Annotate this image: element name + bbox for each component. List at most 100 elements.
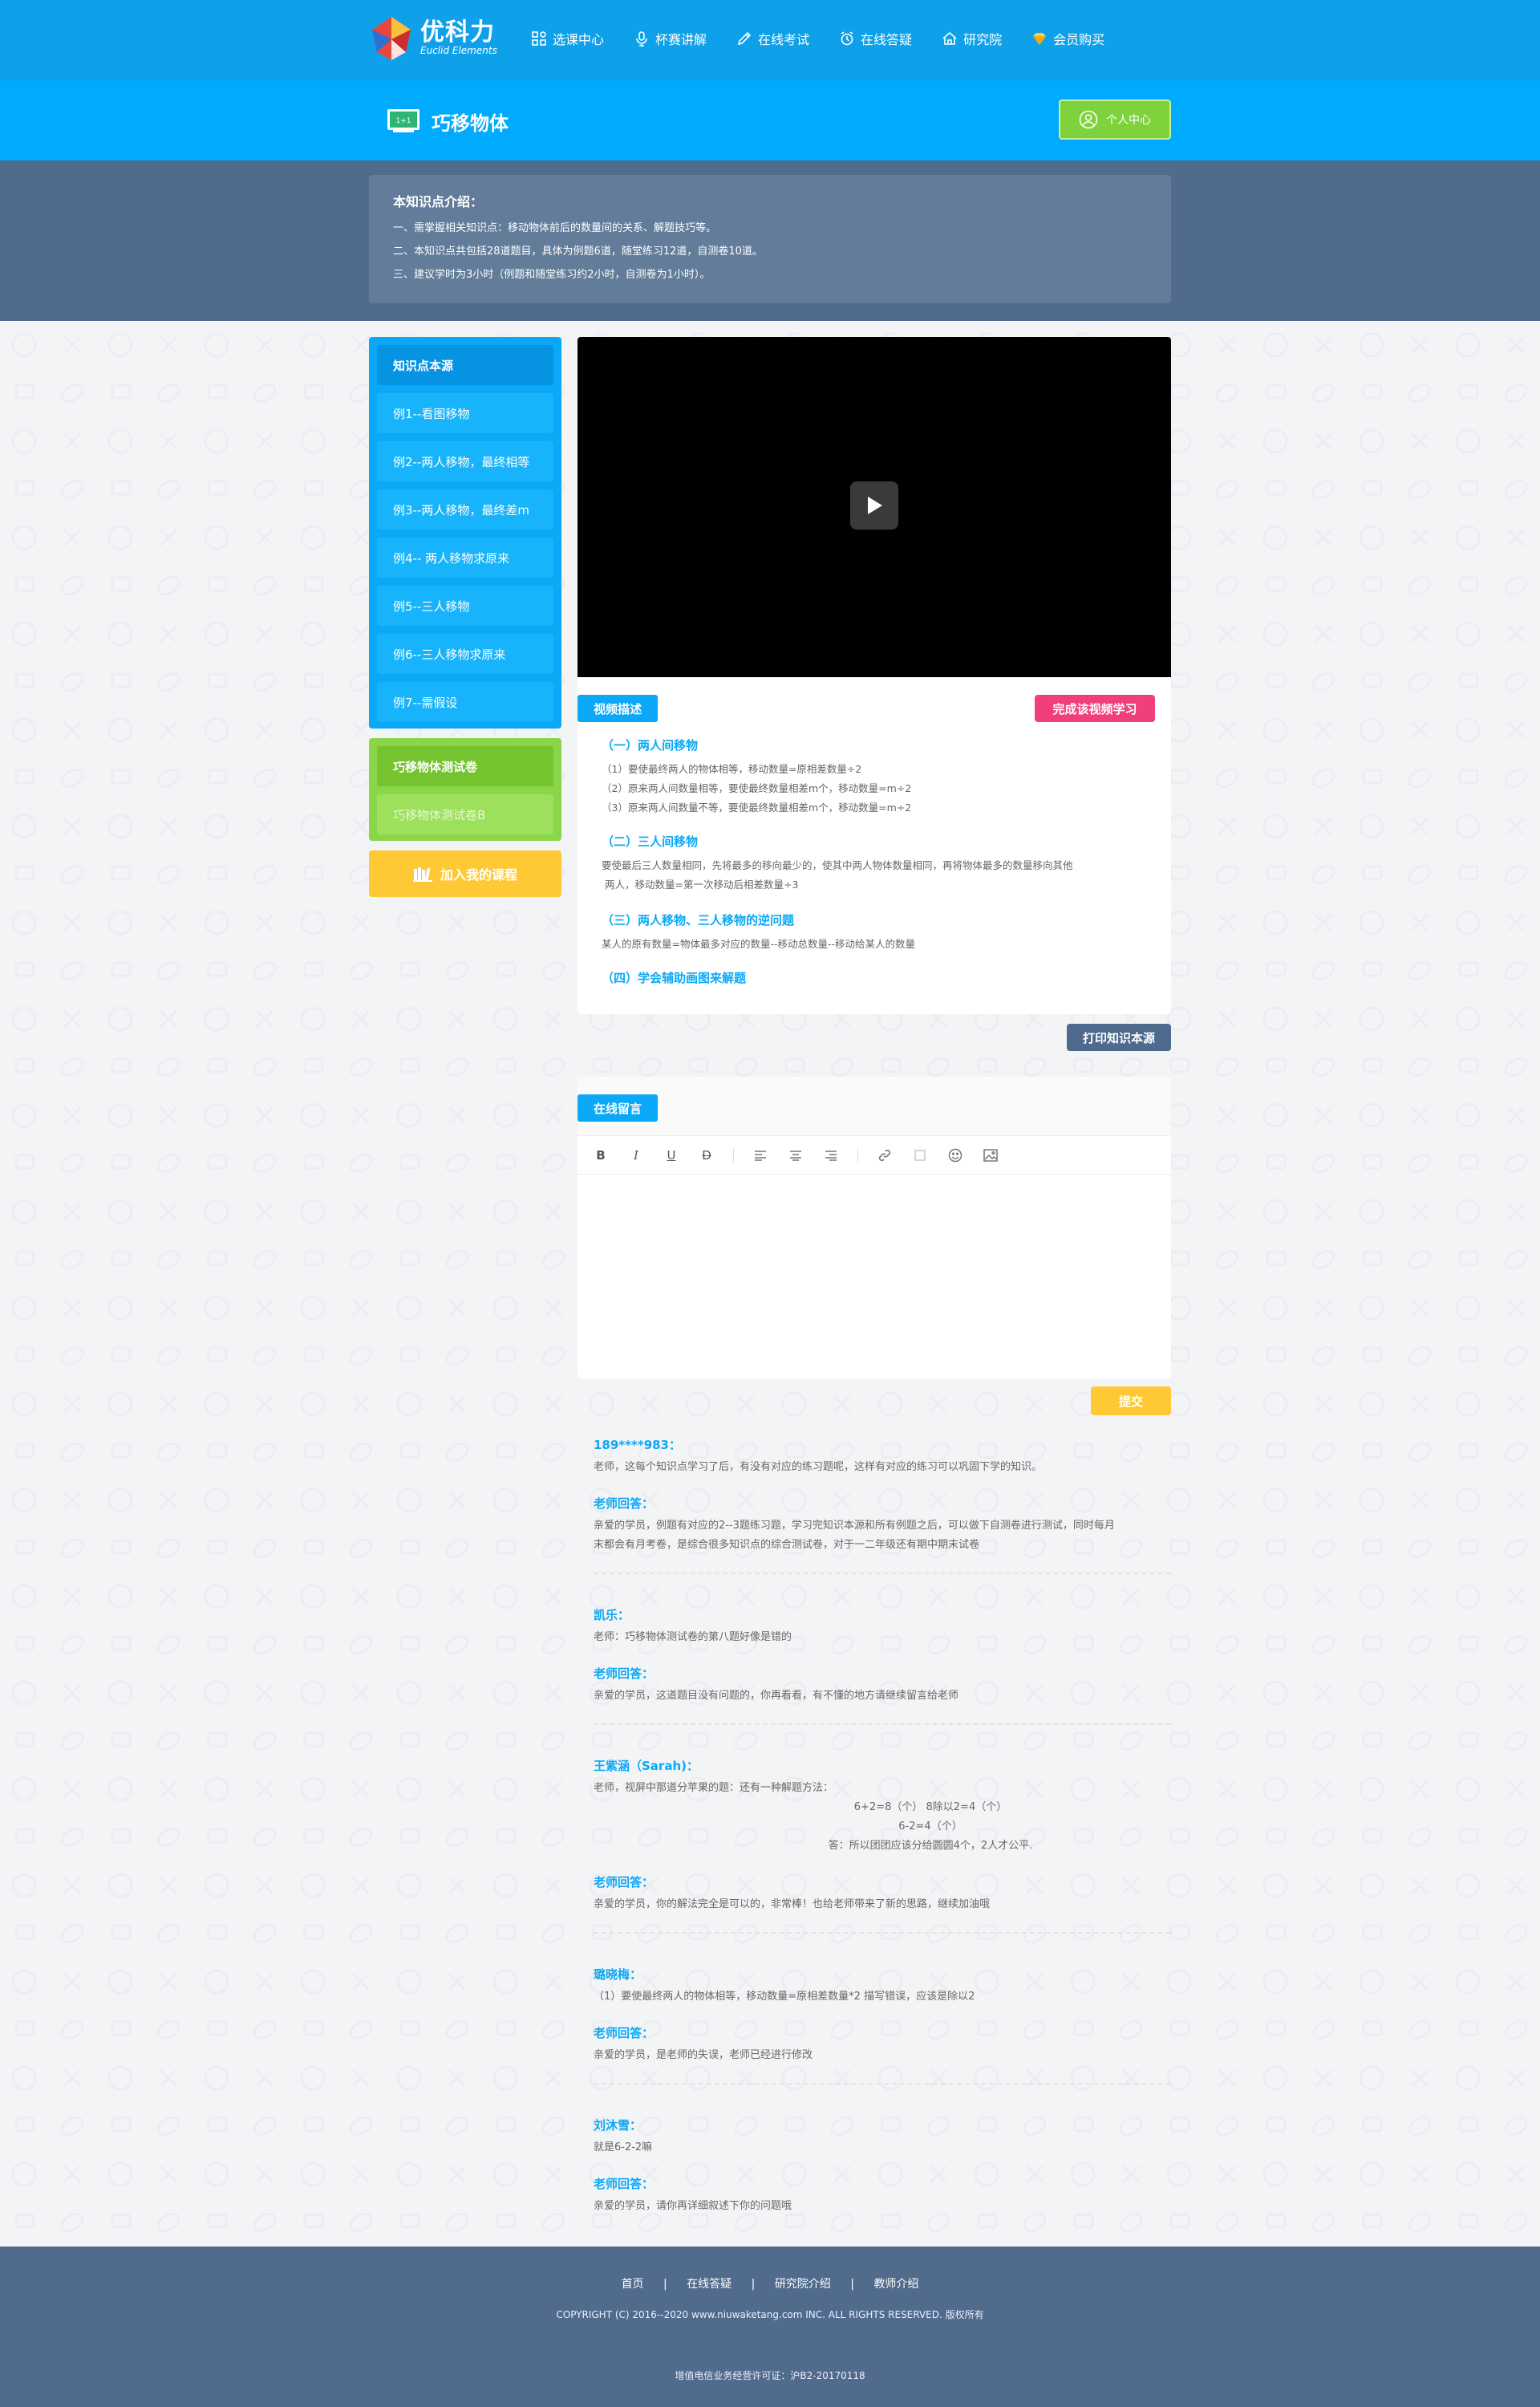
footer-link-teachers[interactable]: 教师介绍: [873, 2278, 918, 2291]
logo-name: 优科力: [420, 18, 495, 47]
footer-link-online-qa[interactable]: 在线答疑: [687, 2278, 732, 2291]
top-navigation-bar: 优科力 Euclid Elements 选课中心 杯赛讲解 在线考试 在线答疑 …: [0, 0, 1540, 80]
align-center-icon[interactable]: [787, 1147, 804, 1164]
footer-separator: |: [663, 2278, 667, 2291]
lesson-sidebar: 知识点本源 例1--看图移物 例2--两人移物，最终相等 例3--两人移物，最终…: [369, 337, 561, 729]
teacher-answer: 亲爱的学员，你的解法完全是可以的，非常棒！也给老师带来了新的思路，继续加油哦: [594, 1898, 991, 1910]
sidebar-item-example-7[interactable]: 例7--需假设: [377, 682, 553, 722]
section-title: （一）两人间移物: [602, 738, 699, 753]
footer-link-home[interactable]: 首页: [622, 2278, 644, 2291]
emoji-icon[interactable]: [946, 1147, 964, 1164]
nav-online-exam[interactable]: 在线考试: [736, 29, 809, 48]
nav-contest[interactable]: 杯赛讲解: [634, 29, 707, 48]
section-line: （3）原来两人间数量不等，要使最终数量相差m个，移动数量=m÷2: [602, 802, 912, 814]
description-section: （四）学会辅助画图来解题: [602, 969, 1147, 992]
commenter-name: 刘沐雪：: [594, 2118, 642, 2133]
section-line: （2）原来两人间数量相等，要使最终数量相差m个，移动数量=m÷2: [602, 782, 912, 794]
nav-course-center[interactable]: 选课中心: [531, 29, 604, 48]
diamond-icon: [1033, 33, 1047, 45]
video-description-panel: 视频描述 完成该视频学习 （一）两人间移物 （1）要使最终两人的物体相等，移动数…: [578, 677, 1171, 1014]
copyright-text: COPYRIGHT (C) 2016--2020 www.niuwaketang…: [556, 2309, 984, 2320]
footer-separator: |: [751, 2278, 756, 2291]
comment-text: 6+2=8（个） 8除以2=4（个）: [853, 1801, 1007, 1813]
site-logo[interactable]: 优科力 Euclid Elements: [369, 14, 497, 63]
page-title-bar: 1+1 巧移物体: [0, 80, 1540, 160]
commenter-name: 189****983：: [594, 1438, 681, 1452]
description-section: （一）两人间移物 （1）要使最终两人的物体相等，移动数量=原相差数量÷2 （2）…: [602, 737, 1147, 818]
teacher-answer: 亲爱的学员，这道题目没有问题的，你再看看，有不懂的地方请继续留言给老师: [594, 1690, 959, 1702]
teacher-answer: 亲爱的学员，请你再详细叙述下你的问题哦: [594, 2200, 792, 2212]
play-button[interactable]: [850, 481, 898, 530]
underline-icon[interactable]: U: [663, 1147, 680, 1164]
sidebar-item-example-3[interactable]: 例3--两人移物，最终差m: [377, 489, 553, 530]
teacher-answer-label: 老师回答：: [594, 1875, 654, 1889]
footer-link-research-intro[interactable]: 研究院介绍: [775, 2278, 831, 2291]
comment-text: 6-2=4（个）: [898, 1820, 962, 1833]
sidebar-item-example-6[interactable]: 例6--三人移物求原来: [377, 634, 553, 674]
comment-item: 王紫涵（Sarah)： 老师，视屏中那道分苹果的题：还有一种解题方法： 6+2=…: [594, 1757, 1171, 1934]
commenter-name: 王紫涵（Sarah)：: [594, 1759, 699, 1773]
sidebar-item-test-a[interactable]: 巧移物体测试卷: [377, 746, 553, 786]
comment-item: 凯乐： 老师：巧移物体测试卷的第八题好像是错的 老师回答： 亲爱的学员，这道题目…: [594, 1606, 1171, 1725]
tab-video-description[interactable]: 视频描述: [578, 695, 659, 722]
sidebar-item-example-2[interactable]: 例2--两人移物，最终相等: [377, 441, 553, 481]
section-line: 要使最后三人数量相同，先将最多的移向最少的，使其中两人物体数量相同，再将物体最多…: [602, 859, 1073, 871]
nav-online-qa[interactable]: 在线答疑: [839, 29, 912, 48]
video-player[interactable]: [578, 337, 1171, 677]
intro-heading: 本知识点介绍：: [393, 194, 484, 209]
books-icon: [412, 867, 432, 882]
commenter-name: 璐晓梅：: [594, 1967, 642, 1982]
checkbox-icon[interactable]: [911, 1147, 929, 1164]
sidebar-item-example-1[interactable]: 例1--看图移物: [377, 393, 553, 433]
submit-button[interactable]: 提交: [1091, 1386, 1171, 1415]
italic-icon[interactable]: I: [627, 1147, 645, 1164]
print-knowledge-button[interactable]: 打印知识本源: [1067, 1024, 1171, 1051]
strikethrough-icon[interactable]: D: [698, 1147, 715, 1164]
comment-text: 老师，视屏中那道分苹果的题：还有一种解题方法：: [594, 1782, 834, 1794]
section-line: 两人，移动数量=第一次移动后相差数量÷3: [605, 879, 799, 891]
comment-text: （1）要使最终两人的物体相等，移动数量=原相差数量*2 描写错误，应该是除以2: [594, 1991, 975, 2003]
intro-line: 二、本知识点共包括28道题目，具体为例题6道，随堂练习12道，自测卷10道。: [393, 246, 763, 258]
site-footer: 首页 | 在线答疑 | 研究院介绍 | 教师介绍 COPYRIGHT (C) 2…: [0, 2247, 1540, 2407]
teacher-answer-label: 老师回答：: [594, 1496, 654, 1511]
teacher-answer: 亲爱的学员，例题有对应的2--3题练习题，学习完知识本源和所有例题之后，可以做下…: [594, 1520, 1115, 1532]
tab-online-message[interactable]: 在线留言: [578, 1094, 659, 1122]
user-icon: [1079, 110, 1098, 129]
add-course-button[interactable]: 加入我的课程: [369, 850, 561, 897]
sidebar-item-test-b[interactable]: 巧移物体测试卷B: [377, 794, 553, 834]
image-icon[interactable]: [982, 1147, 999, 1164]
comment-item: 189****983： 老师，这每个知识点学习了后，有没有对应的练习题呢，这样有…: [594, 1436, 1171, 1574]
align-right-icon[interactable]: [822, 1147, 840, 1164]
align-left-icon[interactable]: [752, 1147, 769, 1164]
comment-textarea[interactable]: [578, 1175, 1171, 1378]
comment-item: 璐晓梅： （1）要使最终两人的物体相等，移动数量=原相差数量*2 描写错误，应该…: [594, 1966, 1171, 2084]
footer-separator: |: [850, 2278, 854, 2291]
test-sidebar: 巧移物体测试卷 巧移物体测试卷B: [369, 738, 561, 841]
teacher-answer-label: 老师回答：: [594, 1666, 654, 1681]
description-section: （三）两人移物、三人移物的逆问题 某人的原有数量=物体最多对应的数量--移动总数…: [602, 911, 1147, 954]
comment-text: 老师，这每个知识点学习了后，有没有对应的练习题呢，这样有对应的练习可以巩固下学的…: [594, 1461, 1043, 1473]
nav-membership[interactable]: 会员购买: [1031, 29, 1104, 48]
comment-text: 老师：巧移物体测试卷的第八题好像是错的: [594, 1631, 792, 1643]
comment-item: 刘沐雪： 就是6-2-2嘛 老师回答： 亲爱的学员，请你再详细叙述下你的问题哦: [594, 2117, 1171, 2234]
personal-center-button[interactable]: 个人中心: [1059, 99, 1171, 140]
section-line: （1）要使最终两人的物体相等，移动数量=原相差数量÷2: [602, 763, 862, 775]
section-title: （三）两人移物、三人移物的逆问题: [602, 913, 795, 927]
complete-video-button[interactable]: 完成该视频学习: [1035, 695, 1155, 722]
teacher-answer: 末都会有月考卷，是综合很多知识点的综合测试卷，对于一二年级还有期中期末试卷: [594, 1539, 980, 1551]
license-text: 增值电信业务经营许可证：沪B2-20170118: [675, 2370, 865, 2381]
bold-icon[interactable]: B: [592, 1147, 610, 1164]
logo-icon: [372, 17, 411, 60]
sidebar-item-example-4[interactable]: 例4-- 两人移物求原来: [377, 538, 553, 578]
page-title: 巧移物体: [432, 112, 509, 135]
comment-list: 189****983： 老师，这每个知识点学习了后，有没有对应的练习题呢，这样有…: [594, 1436, 1171, 2266]
play-icon: [868, 497, 882, 514]
nav-research[interactable]: 研究院: [942, 29, 1002, 48]
sidebar-item-knowledge-source[interactable]: 知识点本源: [377, 345, 553, 385]
link-icon[interactable]: [876, 1147, 894, 1164]
teacher-answer-label: 老师回答：: [594, 2026, 654, 2040]
sidebar-item-example-5[interactable]: 例5--三人移物: [377, 586, 553, 626]
grid-icon: [532, 31, 546, 46]
comment-text: 答：所以团团应该分给圆圆4个，2人才公平.: [828, 1840, 1033, 1852]
intro-line: 三、建议学时为3小时（例题和随堂练习约2小时，自测卷为1小时）。: [393, 269, 711, 281]
